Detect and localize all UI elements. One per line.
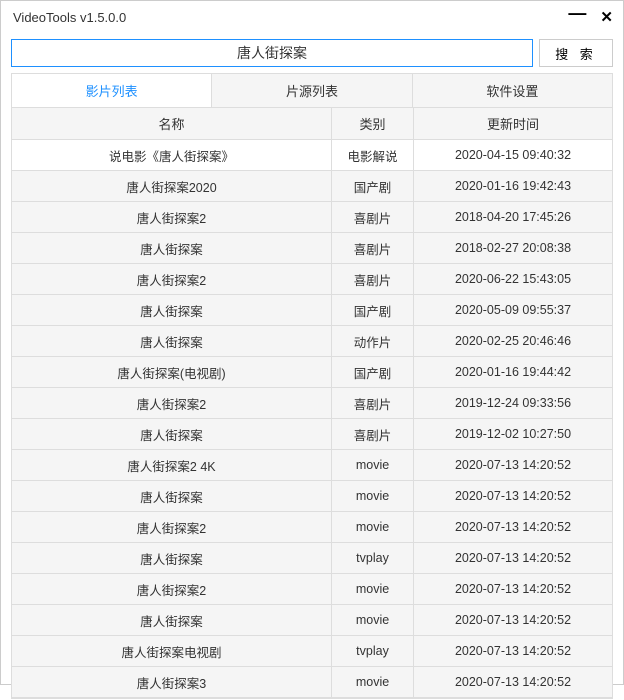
titlebar: VideoTools v1.5.0.0 — ✕ xyxy=(1,1,623,33)
cell-category: movie xyxy=(332,450,414,480)
cell-updated: 2020-07-13 14:20:52 xyxy=(414,605,612,635)
cell-updated: 2020-07-13 14:20:52 xyxy=(414,543,612,573)
table-row[interactable]: 唐人街探案2喜剧片2018-04-20 17:45:26 xyxy=(12,202,612,233)
cell-category: movie xyxy=(332,605,414,635)
table-row[interactable]: 唐人街探案tvplay2020-07-13 14:20:52 xyxy=(12,543,612,574)
search-row: 搜 索 xyxy=(1,33,623,73)
cell-name: 唐人街探案 xyxy=(12,481,332,511)
cell-name: 唐人街探案 xyxy=(12,605,332,635)
cell-category: movie xyxy=(332,574,414,604)
table-row[interactable]: 唐人街探案2喜剧片2019-12-24 09:33:56 xyxy=(12,388,612,419)
table-row[interactable]: 唐人街探案动作片2020-02-25 20:46:46 xyxy=(12,326,612,357)
cell-updated: 2020-07-13 14:20:52 xyxy=(414,636,612,666)
table: 名称 类别 更新时间 说电影《唐人街探案》电影解说2020-04-15 09:4… xyxy=(11,107,613,699)
cell-name: 说电影《唐人街探案》 xyxy=(12,140,332,170)
cell-updated: 2020-07-13 14:20:52 xyxy=(414,481,612,511)
table-body[interactable]: 说电影《唐人街探案》电影解说2020-04-15 09:40:32唐人街探案20… xyxy=(12,140,612,700)
cell-updated: 2019-12-02 10:27:50 xyxy=(414,419,612,449)
cell-name: 唐人街探案3 xyxy=(12,667,332,697)
cell-name: 唐人街探案电视剧 xyxy=(12,636,332,666)
table-row[interactable]: 唐人街探案2movie2020-07-13 14:20:52 xyxy=(12,512,612,543)
minimize-button[interactable]: — xyxy=(568,4,586,22)
cell-category: movie xyxy=(332,512,414,542)
cell-name: 唐人街探案2020 xyxy=(12,171,332,201)
cell-category: tvplay xyxy=(332,636,414,666)
table-row[interactable]: 说电影《唐人街探案》电影解说2020-04-15 09:40:32 xyxy=(12,140,612,171)
cell-name: 唐人街探案 xyxy=(12,419,332,449)
table-row[interactable]: 唐人街探案喜剧片2018-02-27 20:08:38 xyxy=(12,233,612,264)
cell-category: 国产剧 xyxy=(332,171,414,201)
cell-name: 唐人街探案(电视剧) xyxy=(12,357,332,387)
window-title: VideoTools v1.5.0.0 xyxy=(13,10,126,25)
cell-updated: 2018-02-27 20:08:38 xyxy=(414,233,612,263)
cell-updated: 2020-07-13 14:20:52 xyxy=(414,574,612,604)
cell-category: 电影解说 xyxy=(332,140,414,170)
cell-name: 唐人街探案 xyxy=(12,233,332,263)
cell-name: 唐人街探案2 xyxy=(12,202,332,232)
cell-category: 喜剧片 xyxy=(332,388,414,418)
cell-name: 唐人街探案 xyxy=(12,295,332,325)
table-row[interactable]: 唐人街探案电视剧tvplay2020-07-13 14:20:52 xyxy=(12,636,612,667)
cell-category: 喜剧片 xyxy=(332,202,414,232)
table-row[interactable]: 唐人街探案2 4Kmovie2020-07-13 14:20:52 xyxy=(12,450,612,481)
cell-category: 国产剧 xyxy=(332,357,414,387)
cell-updated: 2020-06-22 15:43:05 xyxy=(414,264,612,294)
cell-name: 唐人街探案2 4K xyxy=(12,450,332,480)
cell-category: tvplay xyxy=(332,543,414,573)
cell-updated: 2020-04-15 09:40:32 xyxy=(414,140,612,170)
table-row[interactable]: 唐人街探案3movie2020-07-13 14:20:52 xyxy=(12,667,612,698)
cell-name: 唐人街探案2 xyxy=(12,388,332,418)
table-row[interactable]: 唐人街探案(电视剧)国产剧2020-01-16 19:44:42 xyxy=(12,357,612,388)
cell-updated: 2019-12-24 09:33:56 xyxy=(414,388,612,418)
table-row[interactable]: 唐人街探案国产剧2020-05-09 09:55:37 xyxy=(12,295,612,326)
search-input[interactable] xyxy=(11,39,533,67)
cell-updated: 2020-01-16 19:44:42 xyxy=(414,357,612,387)
table-header: 名称 类别 更新时间 xyxy=(12,108,612,140)
cell-updated: 2020-01-16 19:42:43 xyxy=(414,171,612,201)
header-category[interactable]: 类别 xyxy=(332,108,414,139)
window-controls: — ✕ xyxy=(568,8,613,26)
cell-category: movie xyxy=(332,481,414,511)
cell-category: 动作片 xyxy=(332,326,414,356)
tab-2[interactable]: 软件设置 xyxy=(413,74,612,107)
cell-category: 喜剧片 xyxy=(332,419,414,449)
table-row[interactable]: 唐人街探案喜剧片2019-12-02 10:27:50 xyxy=(12,419,612,450)
cell-updated: 2020-05-09 09:55:37 xyxy=(414,295,612,325)
search-button[interactable]: 搜 索 xyxy=(539,39,613,67)
cell-updated: 2020-07-13 14:20:52 xyxy=(414,667,612,697)
header-name[interactable]: 名称 xyxy=(12,108,332,139)
close-button[interactable]: ✕ xyxy=(600,10,613,25)
header-updated[interactable]: 更新时间 xyxy=(414,108,612,139)
cell-name: 唐人街探案 xyxy=(12,326,332,356)
cell-name: 唐人街探案2 xyxy=(12,512,332,542)
cell-name: 唐人街探案 xyxy=(12,543,332,573)
cell-updated: 2020-07-13 14:20:52 xyxy=(414,512,612,542)
cell-category: 国产剧 xyxy=(332,295,414,325)
tab-0[interactable]: 影片列表 xyxy=(12,74,212,107)
table-row[interactable]: 唐人街探案2喜剧片2020-06-22 15:43:05 xyxy=(12,264,612,295)
cell-category: 喜剧片 xyxy=(332,264,414,294)
table-row[interactable]: 唐人街探案2020国产剧2020-01-16 19:42:43 xyxy=(12,171,612,202)
cell-updated: 2020-07-13 14:20:52 xyxy=(414,450,612,480)
cell-category: 喜剧片 xyxy=(332,233,414,263)
cell-name: 唐人街探案2 xyxy=(12,574,332,604)
cell-updated: 2018-04-20 17:45:26 xyxy=(414,202,612,232)
tabs: 影片列表片源列表软件设置 xyxy=(11,73,613,107)
cell-category: movie xyxy=(332,667,414,697)
table-row[interactable]: 唐人街探案movie2020-07-13 14:20:52 xyxy=(12,481,612,512)
table-row[interactable]: 唐人街探案2movie2020-07-13 14:20:52 xyxy=(12,574,612,605)
tab-1[interactable]: 片源列表 xyxy=(212,74,412,107)
table-row[interactable]: 唐人街探案movie2020-07-13 14:20:52 xyxy=(12,605,612,636)
cell-updated: 2020-02-25 20:46:46 xyxy=(414,326,612,356)
cell-name: 唐人街探案2 xyxy=(12,264,332,294)
